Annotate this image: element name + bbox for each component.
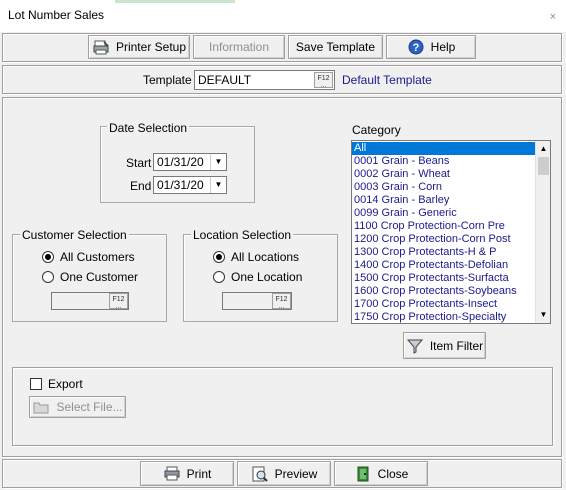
funnel-icon — [406, 338, 424, 354]
save-template-label: Save Template — [295, 40, 376, 54]
category-item[interactable]: 0002 Grain - Wheat — [352, 168, 536, 181]
f12-label: F12 — [317, 75, 330, 82]
scroll-thumb[interactable] — [538, 157, 549, 175]
template-value: DEFAULT — [198, 73, 252, 87]
category-item[interactable]: 1500 Crop Protectants-Surfacta — [352, 272, 536, 285]
chevron-down-icon[interactable]: ▼ — [210, 177, 226, 193]
category-label: Category — [352, 123, 401, 137]
category-item[interactable]: 1700 Crop Protectants-Insect — [352, 298, 536, 311]
item-filter-button[interactable]: Item Filter — [403, 332, 486, 359]
date-selection-title: Date Selection — [107, 121, 190, 135]
select-file-button[interactable]: Select File... — [29, 396, 126, 418]
help-label: Help — [430, 40, 456, 54]
category-item[interactable]: 0099 Grain - Generic — [352, 207, 536, 220]
category-list: All 0001 Grain - Beans 0002 Grain - Wheat 0… — [352, 142, 536, 323]
start-date-value: 01/31/20 — [157, 155, 204, 169]
title-bar: Lot Number Sales × — [0, 0, 566, 32]
end-date-picker[interactable]: 01/31/20 ▼ — [153, 176, 227, 194]
f12-label: F12 — [112, 296, 125, 303]
close-button[interactable]: Close — [334, 461, 428, 486]
chevron-down-icon[interactable]: ▼ — [210, 154, 226, 170]
category-item[interactable]: 0014 Grain - Barley — [352, 194, 536, 207]
preview-button[interactable]: Preview — [237, 461, 331, 486]
one-customer-label[interactable]: One Customer — [60, 270, 138, 284]
all-locations-radio[interactable] — [213, 251, 225, 263]
help-button[interactable]: ? Help — [386, 35, 476, 59]
one-location-label[interactable]: One Location — [231, 270, 302, 284]
scroll-up-icon[interactable]: ▲ — [536, 142, 550, 156]
category-listbox[interactable]: All 0001 Grain - Beans 0002 Grain - Wheat 0… — [351, 140, 551, 324]
start-date-picker[interactable]: 01/31/20 ▼ — [153, 153, 227, 171]
template-lookup-button[interactable]: F12… — [314, 72, 333, 89]
start-date-label: Start — [126, 156, 152, 170]
close-label: Close — [377, 466, 409, 481]
printer-icon — [163, 466, 181, 482]
category-item[interactable]: All — [352, 142, 536, 155]
printer-setup-icon — [92, 39, 110, 55]
export-label[interactable]: Export — [48, 377, 83, 391]
folder-icon — [32, 399, 50, 415]
item-filter-label: Item Filter — [429, 338, 484, 353]
preview-icon — [251, 466, 269, 482]
help-icon: ? — [407, 39, 425, 55]
save-template-button[interactable]: Save Template — [288, 35, 383, 59]
svg-text:?: ? — [412, 42, 419, 54]
select-file-label: Select File... — [56, 400, 123, 414]
scroll-down-icon[interactable]: ▼ — [536, 308, 550, 322]
all-customers-radio[interactable] — [42, 251, 54, 263]
category-item[interactable]: 1400 Crop Protectants-Defolian — [352, 259, 536, 272]
end-date-label: End — [130, 179, 152, 193]
f12-label: F12 — [275, 296, 288, 303]
category-item[interactable]: 1600 Crop Protectants-Soybeans — [352, 285, 536, 298]
end-date-value: 01/31/20 — [157, 178, 204, 192]
preview-label: Preview — [274, 466, 318, 481]
information-label: Information — [208, 40, 270, 54]
template-label: Template — [143, 73, 192, 87]
location-selection-title: Location Selection — [191, 228, 294, 242]
category-scrollbar[interactable]: ▲ ▼ — [535, 141, 550, 323]
location-lookup-button[interactable]: F12… — [272, 293, 291, 310]
customer-selection-title: Customer Selection — [20, 228, 129, 242]
information-button[interactable]: Information — [193, 35, 285, 59]
window-title: Lot Number Sales — [8, 8, 105, 22]
category-item[interactable]: 0003 Grain - Corn — [352, 181, 536, 194]
template-description: Default Template — [342, 73, 432, 87]
customer-lookup-button[interactable]: F12… — [109, 293, 128, 310]
close-icon[interactable]: × — [546, 10, 560, 24]
category-item[interactable]: 1750 Crop Protection-Specialty — [352, 311, 536, 323]
all-customers-label[interactable]: All Customers — [60, 250, 135, 264]
print-button[interactable]: Print — [140, 461, 234, 486]
one-customer-radio[interactable] — [42, 271, 54, 283]
one-location-radio[interactable] — [213, 271, 225, 283]
category-item[interactable]: 1300 Crop Protectants-H & P — [352, 246, 536, 259]
printer-setup-button[interactable]: Printer Setup — [88, 35, 190, 59]
printer-setup-label: Printer Setup — [115, 40, 187, 54]
exit-door-icon — [354, 466, 372, 482]
decorative-strip — [115, 0, 235, 3]
category-item[interactable]: 1200 Crop Protection-Corn Post — [352, 233, 536, 246]
category-item[interactable]: 1100 Crop Protection-Corn Pre — [352, 220, 536, 233]
category-item[interactable]: 0001 Grain - Beans — [352, 155, 536, 168]
all-locations-label[interactable]: All Locations — [231, 250, 299, 264]
print-label: Print — [186, 466, 212, 481]
export-checkbox[interactable] — [30, 378, 42, 390]
